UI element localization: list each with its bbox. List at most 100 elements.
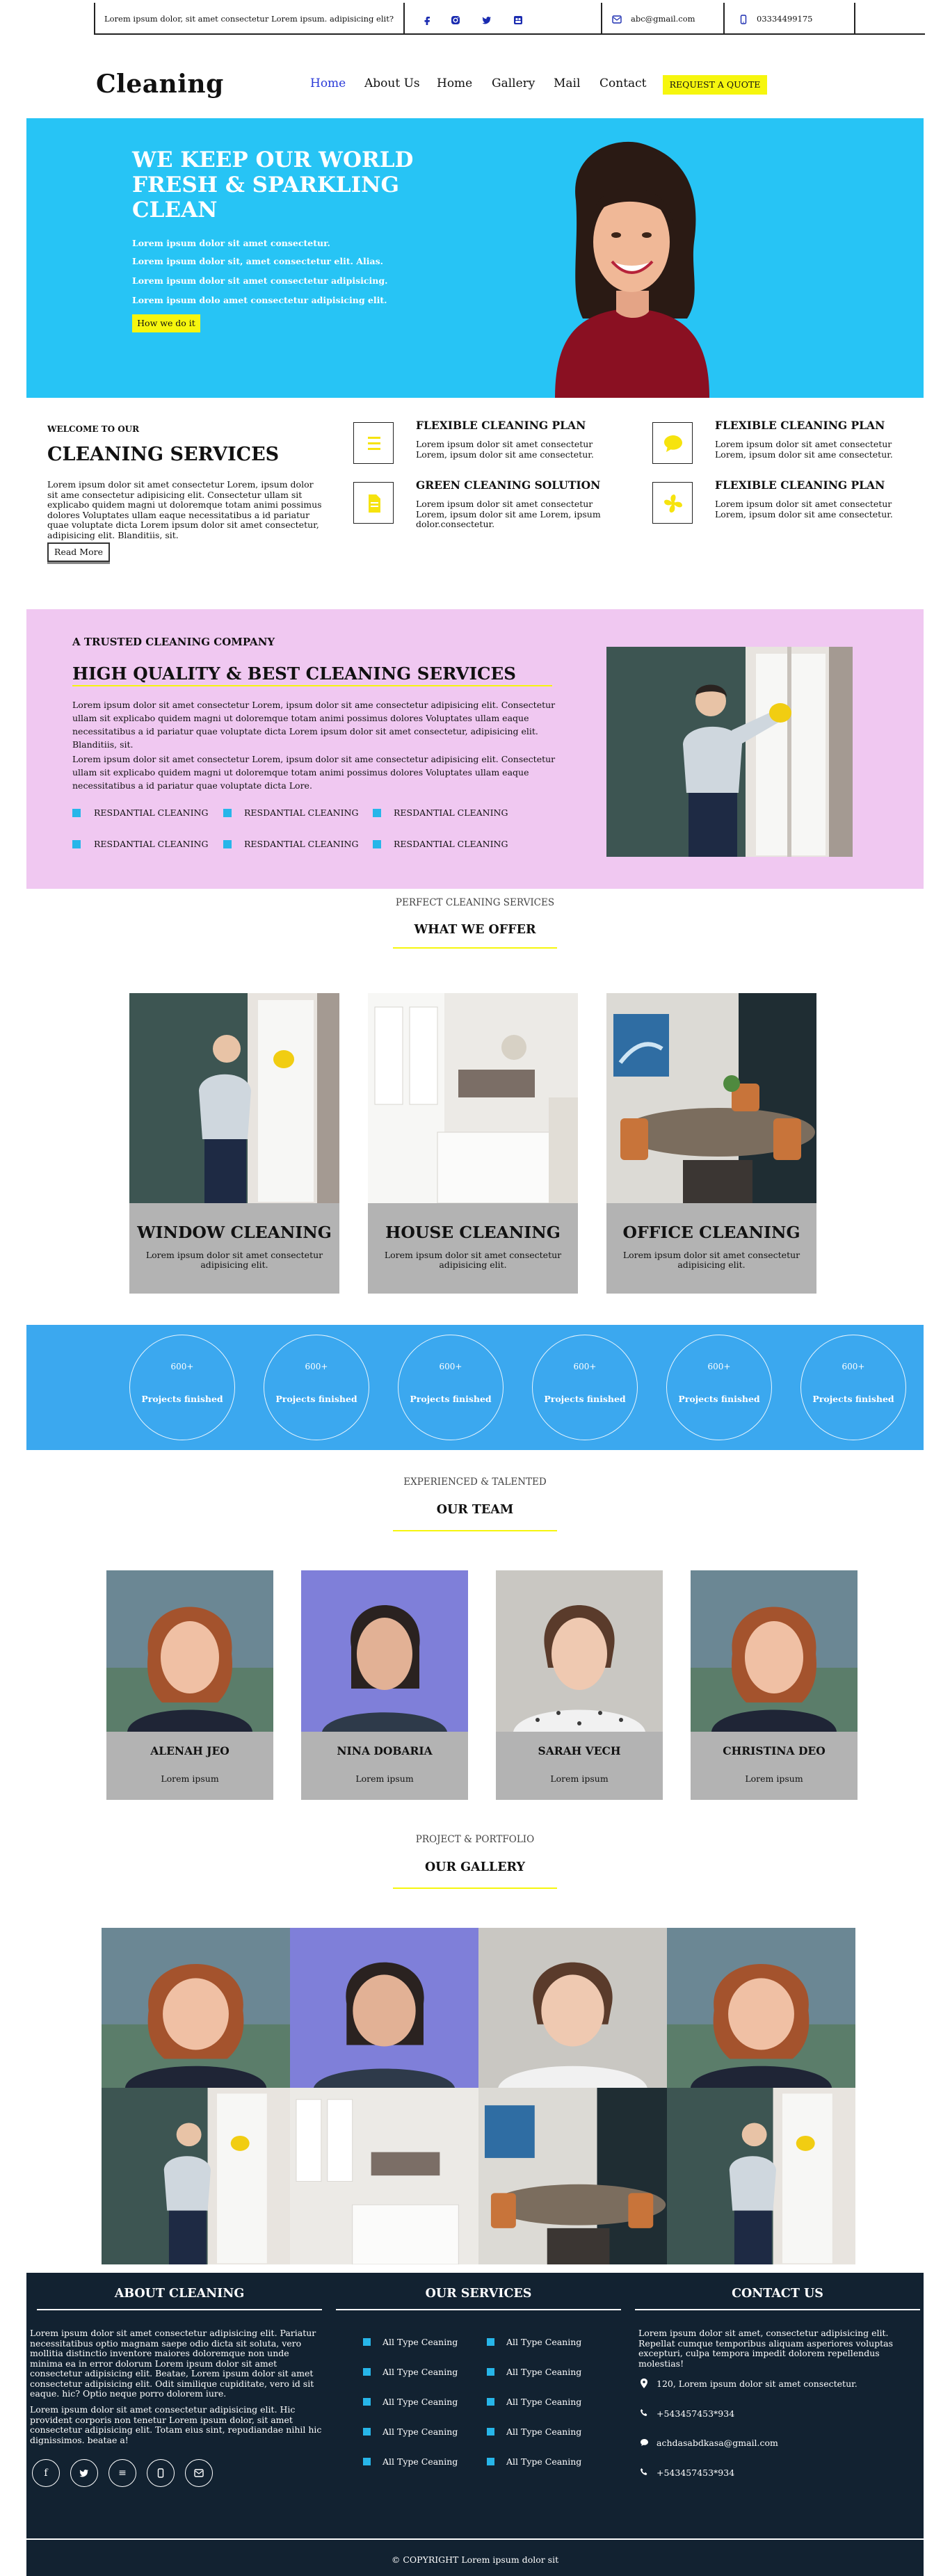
footer-email[interactable]: achdasabdkasa@gmail.com: [657, 2438, 778, 2448]
welcome-text: Lorem ipsum dolor sit amet consectetur L…: [47, 479, 322, 540]
top-phone[interactable]: 03334499175: [757, 14, 812, 24]
twitter-icon[interactable]: [70, 2459, 98, 2487]
site-logo[interactable]: Cleaning: [96, 70, 224, 99]
gallery-image[interactable]: [290, 1928, 478, 2088]
top-bar: Lorem ipsum dolor, sit amet consectetur …: [0, 0, 950, 36]
gallery-grid: [102, 1928, 855, 2264]
footer-service-link[interactable]: All Type Ceaning: [383, 2426, 458, 2437]
divider: [336, 2309, 621, 2310]
request-quote-button[interactable]: REQUEST A QUOTE: [663, 75, 767, 95]
team-card[interactable]: ALENAH JEO Lorem ipsum: [106, 1570, 273, 1800]
nav-gallery[interactable]: Gallery: [492, 77, 535, 90]
trusted-label: A TRUSTED CLEANING COMPANY: [72, 636, 275, 648]
location-icon: [641, 2378, 647, 2388]
residential-item: RESDANTIAL CLEANING: [244, 839, 359, 849]
nav-home-2[interactable]: Home: [437, 77, 472, 90]
stat-circle: 600+ Projects finished: [264, 1335, 369, 1440]
footer-phone[interactable]: +543457453*934: [657, 2468, 734, 2478]
feature-text: Lorem ipsum dolor sit amet consectetur L…: [416, 499, 601, 529]
residential-item: RESDANTIAL CLEANING: [244, 807, 359, 818]
read-more-button[interactable]: Read More: [47, 542, 110, 562]
divider: [403, 3, 405, 33]
gallery-image[interactable]: [478, 2088, 667, 2264]
footer-service-link[interactable]: All Type Ceaning: [383, 2456, 458, 2467]
window-cleaning-photo: [606, 647, 853, 857]
stat-circle: 600+ Projects finished: [666, 1335, 772, 1440]
service-title: HOUSE CLEANING: [385, 1223, 561, 1242]
twitter-icon[interactable]: [482, 15, 492, 25]
gallery-image[interactable]: [102, 1928, 290, 2088]
mail-icon[interactable]: [185, 2459, 213, 2487]
offer-title: WHAT WE OFFER: [414, 923, 536, 937]
bullet-square: [373, 840, 381, 848]
footer-phone[interactable]: +543457453*934: [657, 2408, 734, 2419]
nav-contact[interactable]: Contact: [599, 77, 647, 90]
footer-service-link[interactable]: All Type Ceaning: [383, 2397, 458, 2407]
service-card[interactable]: HOUSE CLEANING Lorem ipsum dolor sit ame…: [368, 993, 578, 1294]
stat-circle: 600+ Projects finished: [800, 1335, 906, 1440]
gallery-image[interactable]: [102, 2088, 290, 2264]
trusted-paragraph: Lorem ipsum dolor sit amet consectetur L…: [72, 754, 556, 791]
footer-about-title: ABOUT CLEANING: [114, 2287, 245, 2301]
service-text: Lorem ipsum dolor sit amet consectetur a…: [622, 1250, 800, 1270]
facebook-icon[interactable]: f: [32, 2459, 60, 2487]
nav-mail[interactable]: Mail: [554, 77, 580, 90]
stat-number: 600+: [305, 1362, 328, 1371]
chat-icon: [641, 2439, 648, 2446]
facebook-icon[interactable]: [422, 15, 432, 25]
service-card[interactable]: OFFICE CLEANING Lorem ipsum dolor sit am…: [606, 993, 816, 1294]
mail-icon: [612, 15, 622, 24]
footer-service-link[interactable]: All Type Ceaning: [506, 2456, 581, 2467]
how-we-do-it-button[interactable]: How we do it: [132, 314, 200, 332]
footer-service-link[interactable]: All Type Ceaning: [506, 2367, 581, 2377]
residential-item: RESDANTIAL CLEANING: [94, 807, 209, 818]
group-icon[interactable]: [513, 15, 523, 25]
bullet-square: [363, 2368, 371, 2376]
footer-service-link[interactable]: All Type Ceaning: [506, 2426, 581, 2437]
bullet-square: [363, 2338, 371, 2346]
stat-circle: 600+ Projects finished: [129, 1335, 235, 1440]
team-card[interactable]: SARAH VECH Lorem ipsum: [496, 1570, 663, 1800]
team-card[interactable]: CHRISTINA DEO Lorem ipsum: [691, 1570, 858, 1800]
residential-item: RESDANTIAL CLEANING: [394, 807, 508, 818]
team-name: SARAH VECH: [538, 1744, 621, 1757]
divider: [635, 2309, 920, 2310]
hero-line: Lorem ipsum dolo amet consectetur adipis…: [132, 295, 387, 305]
team-role: Lorem ipsum: [161, 1773, 219, 1784]
stat-circle: 600+ Projects finished: [532, 1335, 638, 1440]
gallery-image[interactable]: [478, 1928, 667, 2088]
team-role: Lorem ipsum: [745, 1773, 803, 1784]
stat-label: Projects finished: [141, 1394, 223, 1404]
gallery-image[interactable]: [667, 2088, 855, 2264]
footer-service-link[interactable]: All Type Ceaning: [383, 2337, 458, 2347]
bullet-square: [363, 2398, 371, 2406]
footer-service-link[interactable]: All Type Ceaning: [506, 2337, 581, 2347]
feature-title: FLEXIBLE CLEANING PLAN: [715, 478, 885, 492]
nav-home[interactable]: Home: [310, 77, 346, 90]
footer-contact-title: CONTACT US: [732, 2287, 823, 2301]
document-icon: [369, 494, 380, 513]
nav-about-us[interactable]: About Us: [364, 77, 420, 90]
mobile-icon[interactable]: [147, 2459, 175, 2487]
service-title: OFFICE CLEANING: [622, 1223, 800, 1242]
footer-service-link[interactable]: All Type Ceaning: [383, 2367, 458, 2377]
gallery-image[interactable]: [290, 2088, 478, 2264]
feature-title: FLEXIBLE CLEANING PLAN: [715, 419, 885, 432]
stat-label: Projects finished: [275, 1394, 357, 1404]
team-card[interactable]: NINA DOBARIA Lorem ipsum: [301, 1570, 468, 1800]
hero-line: Lorem ipsum dolor sit amet consectetur.: [132, 238, 330, 248]
service-text: Lorem ipsum dolor sit amet consectetur a…: [145, 1250, 323, 1270]
instagram-icon[interactable]: [451, 15, 460, 25]
feature-title: FLEXIBLE CLEANING PLAN: [416, 419, 586, 432]
service-card[interactable]: WINDOW CLEANING Lorem ipsum dolor sit am…: [129, 993, 339, 1294]
bullet-square: [487, 2398, 494, 2406]
bullet-square: [373, 809, 381, 817]
menu-icon[interactable]: ≡: [108, 2459, 136, 2487]
top-email[interactable]: abc@gmail.com: [631, 14, 695, 24]
title-underline: [393, 1530, 557, 1531]
footer-service-link[interactable]: All Type Ceaning: [506, 2397, 581, 2407]
feature-icon-box: [353, 482, 394, 524]
feature-icon-box: [652, 482, 693, 524]
hero-title: WE KEEP OUR WORLD FRESH & SPARKLING CLEA…: [132, 147, 414, 223]
gallery-image[interactable]: [667, 1928, 855, 2088]
